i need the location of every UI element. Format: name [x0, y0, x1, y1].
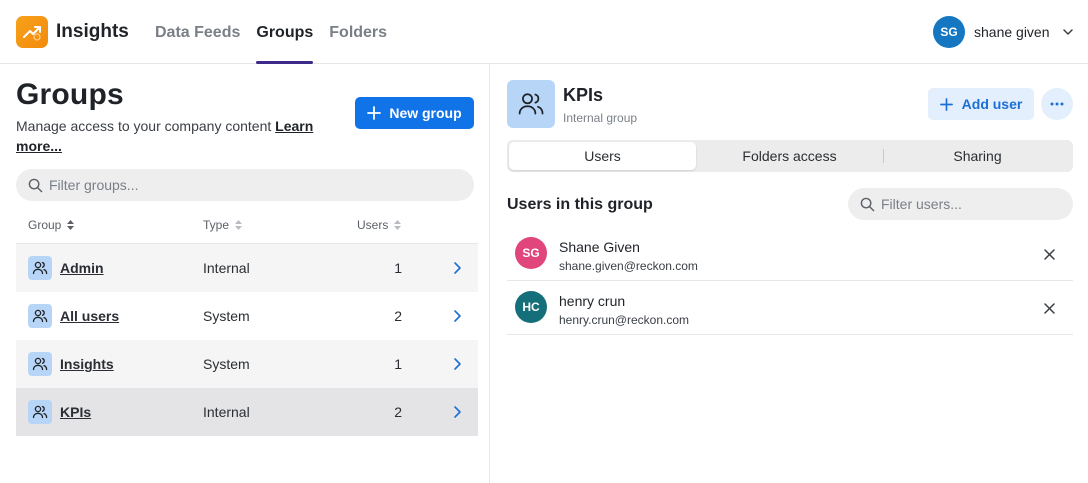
column-group-label: Group — [28, 218, 62, 232]
group-type: Internal — [203, 404, 250, 420]
sort-icon — [394, 220, 402, 230]
group-user-count: 2 — [394, 404, 402, 420]
group-type: Internal — [203, 260, 250, 276]
avatar: SG — [515, 237, 547, 269]
page-subtitle: Manage access to your company content Le… — [16, 116, 326, 156]
chevron-right-icon — [452, 261, 462, 280]
avatar: HC — [515, 291, 547, 323]
table-row[interactable]: All users System 2 — [16, 292, 478, 340]
search-icon — [28, 178, 43, 192]
subtitle-text: Manage access to your company content — [16, 118, 276, 134]
users-icon — [28, 400, 52, 424]
more-options-button[interactable] — [1041, 88, 1073, 120]
group-type: System — [203, 308, 250, 324]
group-type: System — [203, 356, 250, 372]
column-users-label: Users — [357, 218, 389, 232]
plus-icon — [367, 106, 382, 120]
group-name-link[interactable]: KPIs — [60, 404, 91, 420]
tab-sharing[interactable]: Sharing — [884, 142, 1071, 170]
nav-tab-groups[interactable]: Groups — [256, 0, 313, 64]
group-name-link[interactable]: Admin — [60, 260, 104, 276]
column-header-type[interactable]: Type — [203, 218, 243, 232]
filter-groups-search[interactable] — [16, 169, 474, 201]
user-email: henry.crun@reckon.com — [559, 313, 690, 327]
main-nav: Data Feeds Groups Folders — [155, 0, 387, 64]
group-type-label: Internal group — [563, 111, 638, 125]
section-title: Users in this group — [507, 196, 653, 213]
column-header-users[interactable]: Users — [357, 218, 402, 232]
sort-icon — [67, 220, 75, 230]
chevron-right-icon — [452, 405, 462, 424]
list-item: HC henry crun henry.crun@reckon.com — [507, 281, 1073, 335]
group-title: KPIs — [563, 85, 604, 105]
users-icon — [507, 80, 555, 128]
column-header-group[interactable]: Group — [28, 218, 75, 232]
nav-tab-data-feeds[interactable]: Data Feeds — [155, 0, 240, 64]
add-user-button[interactable]: Add user — [928, 88, 1034, 120]
user-menu[interactable]: SG shane given — [933, 16, 1074, 48]
tab-users[interactable]: Users — [509, 142, 696, 170]
table-row[interactable]: Admin Internal 1 — [16, 244, 478, 292]
users-icon — [28, 352, 52, 376]
groups-panel: Groups Manage access to your company con… — [0, 64, 490, 483]
group-user-count: 2 — [394, 308, 402, 324]
new-group-button[interactable]: New group — [355, 97, 474, 129]
trending-up-icon — [23, 26, 41, 41]
filter-groups-input[interactable] — [49, 177, 449, 193]
sort-icon — [235, 220, 243, 230]
close-icon — [1043, 302, 1055, 314]
filter-users-search[interactable] — [848, 188, 1073, 220]
top-header: Insights Data Feeds Groups Folders SG sh… — [0, 0, 1088, 64]
group-name-link[interactable]: Insights — [60, 356, 114, 372]
users-list: SG Shane Given shane.given@reckon.com HC… — [507, 227, 1073, 335]
users-icon — [28, 304, 52, 328]
table-row-selected[interactable]: KPIs Internal 2 — [16, 388, 478, 436]
group-user-count: 1 — [394, 260, 402, 276]
plus-icon — [939, 97, 953, 111]
group-name-link[interactable]: All users — [60, 308, 119, 324]
column-type-label: Type — [203, 218, 230, 232]
detail-tabs: Users Folders access Sharing — [507, 140, 1073, 172]
chevron-right-icon — [452, 357, 462, 376]
chevron-down-icon — [1062, 26, 1074, 38]
user-email: shane.given@reckon.com — [559, 259, 698, 273]
chevron-right-icon — [452, 309, 462, 328]
filter-users-input[interactable] — [881, 196, 1061, 212]
user-full-name: Shane Given — [559, 239, 640, 255]
table-row[interactable]: Insights System 1 — [16, 340, 478, 388]
remove-user-button[interactable] — [1041, 246, 1057, 262]
tab-folders-access[interactable]: Folders access — [696, 142, 883, 170]
add-user-label: Add user — [961, 96, 1023, 112]
group-user-count: 1 — [394, 356, 402, 372]
group-detail-panel: KPIs Internal group Add user Users Folde… — [491, 64, 1088, 483]
user-name: shane given — [974, 24, 1050, 40]
nav-tab-folders[interactable]: Folders — [329, 0, 387, 64]
page-title: Groups — [16, 78, 124, 111]
app-title: Insights — [56, 21, 129, 42]
user-avatar: SG — [933, 16, 965, 48]
new-group-label: New group — [389, 105, 462, 121]
more-horizontal-icon — [1050, 102, 1064, 106]
close-icon — [1043, 248, 1055, 260]
search-icon — [860, 197, 875, 211]
app-logo[interactable] — [16, 16, 48, 48]
remove-user-button[interactable] — [1041, 300, 1057, 316]
user-full-name: henry crun — [559, 293, 626, 309]
users-icon — [28, 256, 52, 280]
list-item: SG Shane Given shane.given@reckon.com — [507, 227, 1073, 281]
groups-table-header: Group Type Users — [16, 207, 478, 244]
groups-table: Group Type Users Admin Internal 1 All us… — [16, 207, 478, 436]
